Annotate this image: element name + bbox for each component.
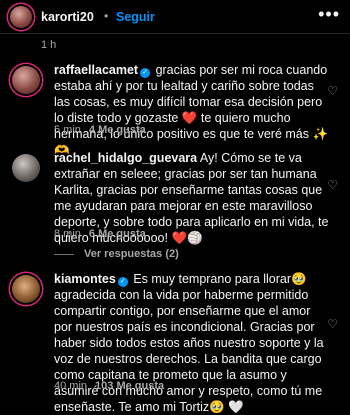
commenter-username[interactable]: kiamontes (54, 272, 116, 286)
view-replies-link[interactable]: Ver respuestas (2) (54, 248, 179, 260)
comment-body: kiamontes ✓ Es muy temprano para llorar🥹 … (54, 271, 330, 415)
comment-time: 5 min (54, 124, 81, 136)
comment-text: gracias por ser mi roca cuando estaba ah… (54, 63, 329, 157)
author-avatar[interactable] (10, 6, 32, 28)
commenter-username[interactable]: raffaellacamet (54, 63, 138, 77)
comment-likes[interactable]: 6 Me gusta (89, 228, 146, 240)
comment-likes[interactable]: 4 Me gusta (89, 124, 146, 136)
comment-time: 40 min (54, 380, 88, 392)
view-replies-label[interactable]: Ver respuestas (2) (84, 248, 179, 260)
replies-line (54, 253, 74, 255)
post-header: karorti20 • Seguir ••• (0, 0, 350, 36)
like-heart-icon[interactable]: ♡ (327, 178, 338, 192)
follow-button[interactable]: Seguir (116, 10, 155, 24)
comment-time: 8 min (54, 228, 81, 240)
author-username[interactable]: karorti20 (41, 10, 94, 24)
commenter-avatar[interactable] (12, 66, 40, 94)
commenter-avatar[interactable] (12, 154, 40, 182)
more-options-icon[interactable]: ••• (318, 4, 340, 25)
like-heart-icon[interactable]: ♡ (327, 317, 338, 331)
separator-dot: • (104, 9, 109, 23)
post-time: 1 h (41, 39, 57, 51)
header-divider (0, 33, 350, 34)
like-heart-icon[interactable]: ♡ (327, 84, 338, 98)
commenter-avatar[interactable] (12, 275, 40, 303)
verified-badge-icon: ✓ (117, 277, 128, 287)
comment-meta: 5 min 4 Me gusta (54, 124, 154, 136)
comment-meta: 40 min 103 Me gusta (54, 380, 172, 392)
comment-meta: 8 min 6 Me gusta (54, 228, 154, 240)
commenter-username[interactable]: rachel_hidalgo_guevara (54, 151, 197, 165)
comment-body: raffaellacamet ✓ gracias por ser mi roca … (54, 62, 330, 158)
verified-badge-icon: ✓ (140, 68, 151, 78)
comment-likes[interactable]: 103 Me gusta (95, 380, 164, 392)
